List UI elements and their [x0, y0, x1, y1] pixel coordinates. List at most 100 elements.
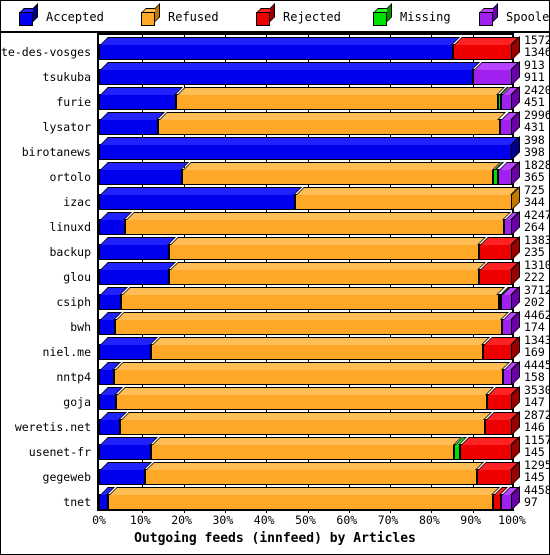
bar-segment-missing[interactable]	[498, 287, 510, 310]
bar-segment-accepted[interactable]	[99, 162, 189, 185]
bar-segment-top-face	[100, 262, 176, 270]
bar-segment-rejected[interactable]	[483, 337, 519, 360]
bar-segment-spooled[interactable]	[501, 312, 519, 335]
bar-segment-accepted[interactable]	[99, 287, 129, 310]
bar-segment-rejected[interactable]	[493, 487, 509, 510]
bar-segment-rejected[interactable]	[487, 387, 519, 410]
bar-segment-refused[interactable]	[121, 287, 506, 310]
bar-segment-accepted[interactable]	[99, 62, 480, 85]
bar-row[interactable]: 4462 174	[99, 309, 549, 336]
bar-value-labels: 913 911	[524, 59, 545, 83]
bar-segment-accepted[interactable]	[99, 462, 153, 485]
bar-segment-accepted[interactable]	[99, 437, 158, 460]
bar-segment-accepted[interactable]	[99, 212, 132, 235]
x-axis-tick-label: 70%	[377, 513, 399, 527]
bar-segment-refused[interactable]	[124, 212, 511, 235]
bar-row[interactable]: 1295 145	[99, 459, 549, 486]
bar-segment-refused[interactable]	[116, 387, 495, 410]
bar-row[interactable]: 725 344	[99, 184, 545, 211]
bar-accepted-value: 264	[524, 219, 545, 234]
bar-segment-top-face	[100, 187, 302, 195]
x-axis-tick-label: 0%	[92, 513, 106, 527]
bar-row[interactable]: 398 398	[99, 134, 545, 161]
bar-segment-refused[interactable]	[158, 112, 507, 135]
bar-segment-missing[interactable]	[493, 162, 505, 185]
y-axis-label: birotanews	[21, 145, 91, 159]
bar-segment-refused[interactable]	[169, 237, 486, 260]
bar-segment-accepted[interactable]	[99, 412, 128, 435]
bar-segment-accepted[interactable]	[99, 187, 302, 210]
x-axis-title: Outgoing feeds (innfeed) by Articles	[134, 531, 416, 546]
bar-segment-refused[interactable]	[181, 162, 501, 185]
bar-segment-spooled[interactable]	[501, 487, 519, 510]
bar-row[interactable]: 3530 147	[99, 384, 549, 411]
bar-segment-refused[interactable]	[150, 437, 462, 460]
bar-row[interactable]: 913 911	[99, 59, 545, 86]
bar-segment-accepted[interactable]	[99, 337, 159, 360]
bar-row[interactable]: 1310 222	[99, 259, 549, 286]
bar-segment-top-face	[100, 87, 183, 95]
bar-segment-top-face	[100, 137, 519, 145]
bar-segment-accepted[interactable]	[99, 112, 166, 135]
bar-row[interactable]: 4247 264	[99, 209, 549, 236]
bar-segment-missing[interactable]	[454, 437, 468, 460]
bar-segment-top-face	[125, 212, 511, 220]
bar-row[interactable]: 3712 202	[99, 284, 549, 311]
legend-cube-icon	[479, 3, 499, 26]
bar-row[interactable]: 2996 431	[99, 109, 549, 136]
bar-segment-top-face	[169, 262, 486, 270]
bar-segment-refused[interactable]	[115, 312, 509, 335]
bar-row[interactable]: 1343 169	[99, 334, 549, 361]
bar-row[interactable]: 1572 1346	[99, 34, 549, 61]
bar-row[interactable]: 2420 451	[99, 84, 549, 111]
y-axis-label: goja	[63, 395, 91, 409]
bar-row[interactable]: 1383 235	[99, 234, 549, 261]
bar-segment-spooled[interactable]	[503, 212, 519, 235]
bar-row[interactable]: 4445 158	[99, 359, 549, 386]
bar-row[interactable]: 1828 365	[99, 159, 549, 186]
bar-segment-accepted[interactable]	[99, 387, 124, 410]
bar-segment-rejected[interactable]	[478, 262, 519, 285]
bar-segment-refused[interactable]	[168, 262, 486, 285]
bar-segment-refused[interactable]	[145, 462, 484, 485]
bar-segment-rejected[interactable]	[476, 462, 519, 485]
bar-segment-refused[interactable]	[108, 487, 501, 510]
bar-segment-accepted[interactable]	[99, 87, 183, 110]
bar-segment-spooled[interactable]	[497, 162, 519, 185]
bar-segment-accepted[interactable]	[99, 237, 177, 260]
bar-segment-rejected[interactable]	[485, 412, 519, 435]
bar-segment-rejected[interactable]	[460, 437, 519, 460]
bar-segment-missing[interactable]	[497, 87, 509, 110]
bar-accepted-value: 365	[524, 169, 545, 184]
bar-segment-spooled[interactable]	[499, 112, 519, 135]
y-axis-label: tnet	[63, 495, 91, 509]
bar-segment-spooled[interactable]	[501, 287, 519, 310]
bar-segment-spooled[interactable]	[500, 87, 519, 110]
chart-screenshot: Accepted Refused Rejected Missing Spooled be…	[0, 0, 550, 555]
bar-segment-top-face	[100, 62, 480, 70]
bar-segment-accepted[interactable]	[99, 362, 121, 385]
bar-segment-rejected[interactable]	[478, 237, 519, 260]
bar-row[interactable]: 2872 146	[99, 409, 549, 436]
bar-segment-refused[interactable]	[113, 362, 511, 385]
bar-accepted-value: 451	[524, 94, 545, 109]
bar-segment-refused[interactable]	[151, 337, 491, 360]
legend-item-missing: Missing	[373, 1, 451, 33]
bar-accepted-value: 235	[524, 244, 545, 259]
bar-segment-refused[interactable]	[120, 412, 493, 435]
bar-accepted-value: 145	[524, 444, 545, 459]
bar-segment-rejected[interactable]	[452, 37, 519, 60]
bar-segment-top-face	[100, 462, 153, 470]
bar-segment-refused[interactable]	[175, 87, 505, 110]
bar-segment-accepted[interactable]	[99, 262, 176, 285]
bar-row[interactable]: 4458 97	[99, 484, 549, 511]
bar-segment-accepted[interactable]	[99, 487, 116, 510]
bar-segment-accepted[interactable]	[99, 312, 123, 335]
bar-segment-accepted[interactable]	[99, 137, 519, 160]
bar-segment-refused[interactable]	[294, 187, 519, 210]
bar-segment-spooled[interactable]	[503, 362, 519, 385]
bar-accepted-value: 158	[524, 369, 545, 384]
bar-row[interactable]: 1157 145	[99, 434, 549, 461]
bar-segment-spooled[interactable]	[472, 62, 519, 85]
bar-segment-accepted[interactable]	[99, 37, 460, 60]
